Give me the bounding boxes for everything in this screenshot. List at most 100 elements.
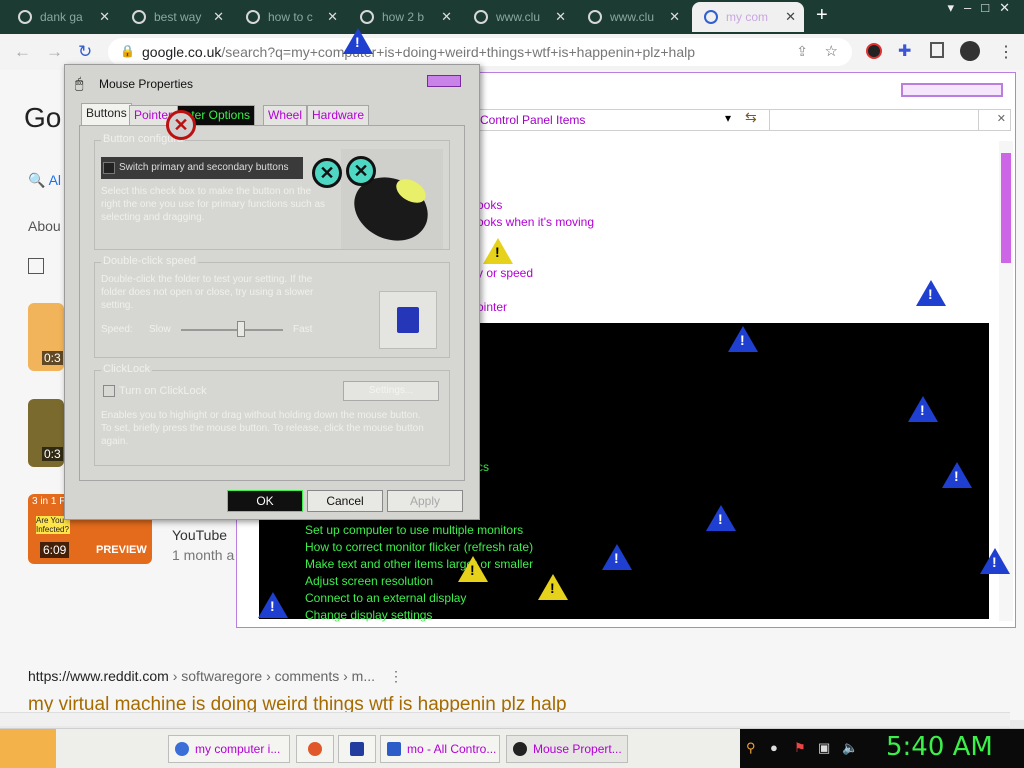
cp-green-link[interactable]: Make text and other items larger or smal…	[305, 557, 533, 571]
clicklock-checkbox[interactable]	[103, 385, 115, 397]
video-play-icon[interactable]	[28, 258, 44, 274]
share-icon[interactable]: ⇪	[796, 43, 808, 60]
google-icon	[704, 10, 718, 24]
close-tab-icon[interactable]: ✕	[441, 2, 452, 32]
profile-avatar[interactable]	[960, 41, 980, 61]
switch-buttons-checkbox[interactable]	[103, 162, 115, 174]
google-icon	[246, 10, 260, 24]
control-panel-search[interactable]: ✕	[769, 109, 1011, 131]
close-tab-icon[interactable]: ✕	[213, 2, 224, 32]
sidepanel-icon[interactable]	[930, 42, 944, 58]
tab-wheel[interactable]: Wheel	[263, 105, 308, 125]
clicklock-settings-button[interactable]: Settings...	[343, 381, 439, 401]
new-tab-button[interactable]: +	[816, 4, 828, 27]
close-tab-icon[interactable]: ✕	[99, 2, 110, 32]
more-options-icon[interactable]: ⋮	[389, 668, 403, 684]
about-results: Abou	[28, 218, 61, 234]
extension-icon[interactable]	[866, 43, 882, 59]
browser-tab-active[interactable]: my com ✕	[692, 2, 804, 32]
window-controls[interactable]	[901, 83, 1003, 97]
browser-tab[interactable]: www.clu ✕	[462, 2, 574, 32]
warning-icon	[908, 396, 938, 422]
cp-green-link[interactable]: How to correct monitor flicker (refresh …	[305, 540, 533, 554]
action-center-flag-icon[interactable]: ⚑	[794, 741, 808, 755]
warning-icon	[483, 238, 513, 264]
horizontal-scrollbar[interactable]	[0, 712, 1010, 726]
bookmark-star-icon[interactable]: ☆	[825, 42, 838, 60]
clock[interactable]: 5:40 AM	[886, 732, 993, 762]
tab-all[interactable]: 🔍 Al	[28, 172, 61, 189]
tab-hardware[interactable]: Hardware	[307, 105, 370, 125]
globe-icon	[474, 10, 488, 24]
test-folder[interactable]	[379, 291, 437, 349]
mouse-icon	[513, 742, 527, 756]
switch-buttons-checkbox-row[interactable]: Switch primary and secondary buttons	[101, 157, 303, 179]
url-text[interactable]: google.co.uk/search?q=my+computer+is+doi…	[142, 44, 695, 60]
network-icon[interactable]: ▣	[818, 741, 832, 755]
chrome-icon	[175, 742, 189, 756]
menu-kebab-icon[interactable]: ⋮	[998, 42, 1014, 62]
cp-link[interactable]: ointer	[477, 300, 507, 314]
ok-button[interactable]: OK	[227, 490, 303, 512]
close-tab-icon[interactable]: ✕	[785, 2, 796, 32]
scrollbar-thumb[interactable]	[1001, 153, 1011, 263]
video-thumbnail[interactable]: 0:3	[28, 399, 64, 467]
browser-tab[interactable]: how to c ✕	[234, 2, 346, 32]
forward-icon[interactable]: →	[46, 42, 63, 62]
video-thumbnail[interactable]: 0:3	[28, 303, 64, 371]
google-icon	[360, 10, 374, 24]
start-button[interactable]	[0, 729, 56, 768]
google-logo[interactable]: Go	[24, 102, 61, 134]
close-tab-icon[interactable]: ✕	[669, 2, 680, 32]
cp-link[interactable]: y or speed	[477, 266, 533, 280]
taskbar-item-app[interactable]	[338, 735, 376, 763]
double-click-speed-slider[interactable]	[181, 321, 283, 337]
browser-tabstrip: dank ga ✕ best way ✕ how to c ✕ how 2 b ✕ ww…	[0, 0, 1024, 34]
cp-green-link[interactable]: Adjust screen resolution	[305, 574, 433, 588]
puzzle-icon[interactable]: ✚	[898, 41, 911, 61]
clear-icon[interactable]: ✕	[997, 112, 1006, 125]
dropdown-icon[interactable]: ▾	[725, 111, 731, 125]
search-icon[interactable]: ⚲	[746, 741, 760, 755]
browser-tab[interactable]: dank ga ✕	[6, 2, 118, 32]
slider-thumb[interactable]	[237, 321, 246, 337]
mouse-icon: 🖱	[75, 75, 84, 91]
taskbar-item-firefox[interactable]	[296, 735, 334, 763]
warning-icon	[343, 28, 373, 54]
close-tab-icon[interactable]: ✕	[555, 2, 566, 32]
back-icon[interactable]: ←	[14, 42, 31, 62]
taskbar-item-chrome[interactable]: my computer i...	[168, 735, 290, 763]
app-icon	[350, 742, 364, 756]
warning-icon	[728, 326, 758, 352]
refresh-icon[interactable]: ⇆	[745, 109, 757, 126]
buttons-tab-panel: Button configura Switch primary and seco…	[79, 125, 465, 481]
browser-tab[interactable]: best way ✕	[120, 2, 232, 32]
browser-tab[interactable]: www.clu ✕	[576, 2, 688, 32]
cp-green-link[interactable]: Connect to an external display	[305, 591, 466, 605]
cancel-button[interactable]: Cancel	[307, 490, 383, 512]
close-tab-icon[interactable]: ✕	[327, 2, 338, 32]
cp-green-link[interactable]: Set up computer to use multiple monitors	[305, 523, 523, 537]
clicklock-group: ClickLock Turn on ClickLock Settings... …	[94, 363, 450, 466]
taskbar-item-control-panel[interactable]: mo - All Contro...	[380, 735, 500, 763]
warning-icon	[916, 280, 946, 306]
address-bar[interactable]: 🔒 google.co.uk/search?q=my+computer+is+d…	[108, 38, 852, 66]
window-controls[interactable]: ▾–□✕	[948, 0, 1021, 16]
warning-icon	[258, 592, 288, 618]
cp-link[interactable]: ooks when it's moving	[477, 215, 594, 229]
double-click-group: Double-click speed Double-click the fold…	[94, 255, 450, 358]
reload-icon[interactable]: ↻	[78, 42, 92, 62]
dialog-title: Mouse Properties	[99, 77, 194, 91]
desktop: dank ga ✕ best way ✕ how to c ✕ how 2 b ✕ ww…	[0, 0, 1024, 768]
close-button[interactable]	[427, 75, 461, 87]
chat-icon[interactable]: ●	[770, 741, 784, 755]
cp-link[interactable]: ooks	[477, 198, 502, 212]
taskbar-item-mouse-properties[interactable]: Mouse Propert...	[506, 735, 628, 763]
error-icon: ✕	[312, 158, 342, 188]
result-url[interactable]: https://www.reddit.com › softwaregore › …	[28, 668, 403, 685]
volume-icon[interactable]: 🔈	[842, 741, 858, 755]
cp-green-link[interactable]: Change display settings	[305, 608, 432, 622]
apply-button[interactable]: Apply	[387, 490, 463, 512]
google-icon	[132, 10, 146, 24]
tab-buttons[interactable]: Buttons	[81, 103, 132, 125]
